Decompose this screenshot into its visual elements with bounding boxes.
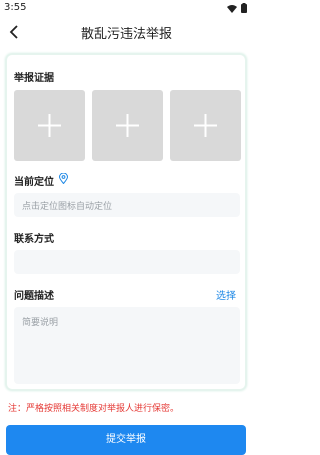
nav-bar: 散乱污违法举报	[0, 16, 253, 48]
battery-icon	[241, 3, 247, 13]
contact-field[interactable]	[14, 250, 240, 274]
report-form-card: 举报证据 当前定位 点击定位图标自动定位 联系方式 问题描述 选择 简要说明	[6, 54, 246, 390]
status-time: 3:55	[4, 2, 27, 13]
choose-link[interactable]: 选择	[216, 287, 236, 302]
description-textarea[interactable]: 简要说明	[14, 307, 240, 384]
plus-icon	[116, 114, 139, 137]
description-label: 问题描述	[14, 291, 54, 302]
upload-box-3[interactable]	[170, 90, 241, 161]
privacy-notice: 注：严格按照相关制度对举报人进行保密。	[8, 404, 180, 414]
wifi-icon	[227, 4, 237, 13]
evidence-label: 举报证据	[14, 73, 54, 84]
contact-label: 联系方式	[14, 234, 54, 245]
upload-box-2[interactable]	[92, 90, 163, 161]
page-title: 散乱污违法举报	[80, 27, 172, 42]
status-bar: 3:55	[0, 0, 253, 16]
plus-icon	[38, 114, 61, 137]
plus-icon	[194, 114, 217, 137]
upload-box-1[interactable]	[14, 90, 85, 161]
submit-report-button[interactable]: 提交举报	[6, 425, 246, 455]
location-pin-icon[interactable]	[59, 173, 68, 184]
location-label: 当前定位	[14, 177, 54, 188]
status-icons	[227, 3, 247, 13]
location-field[interactable]: 点击定位图标自动定位	[14, 193, 240, 217]
